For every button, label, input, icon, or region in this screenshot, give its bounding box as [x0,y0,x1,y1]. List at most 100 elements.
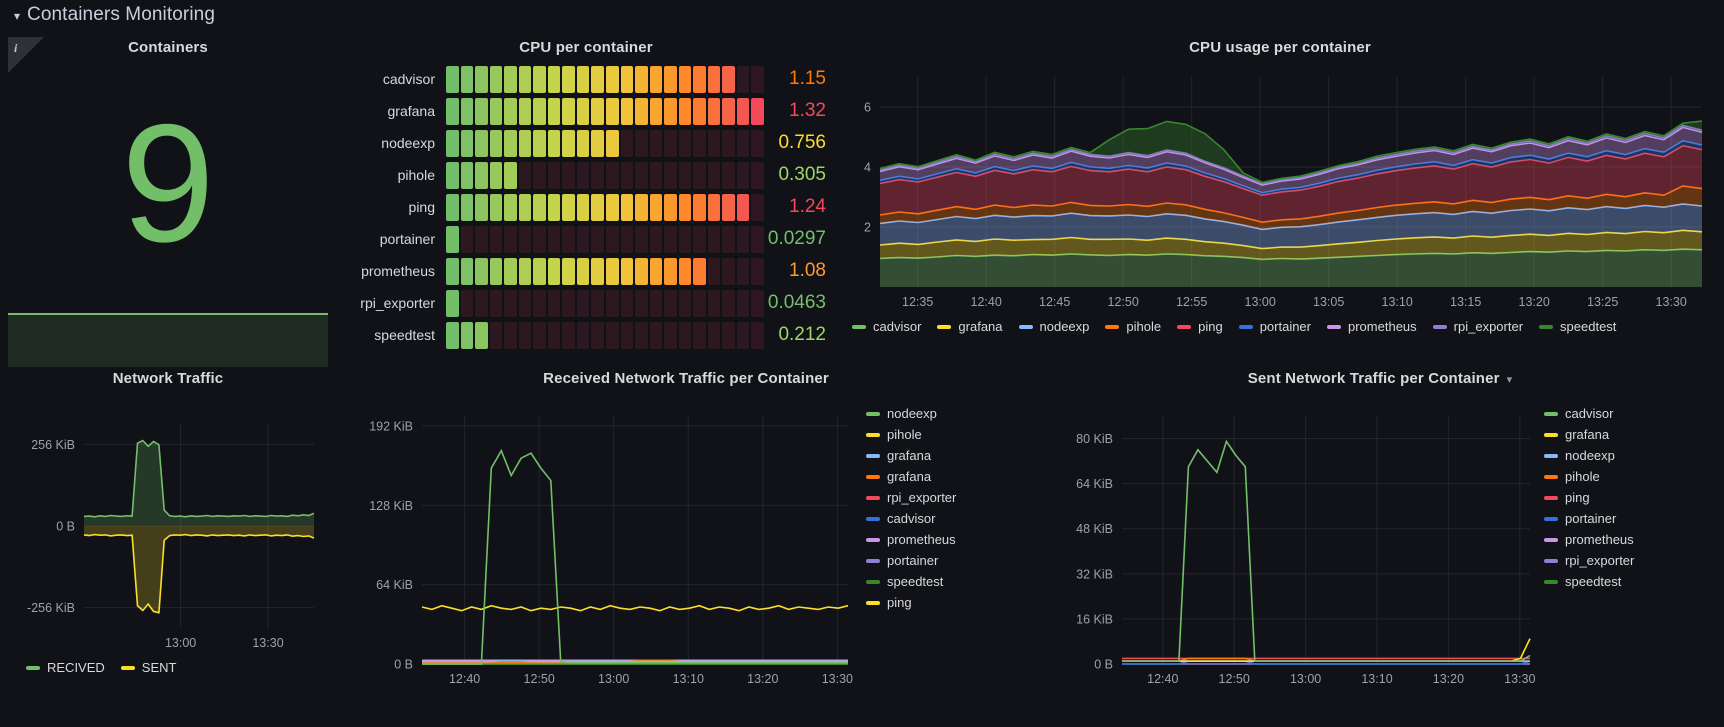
legend-color-swatch [866,537,880,542]
legend-item[interactable]: grafana [866,448,1034,463]
bar-gauge-cells [446,97,765,125]
bar-gauge-cell [664,225,677,253]
dashboard-row-header[interactable]: ▾ Containers Monitoring [14,0,215,30]
legend-label: rpi_exporter [1453,319,1524,334]
legend-item[interactable]: grafana [1544,427,1712,442]
legend-item[interactable]: rpi_exporter [1432,319,1524,334]
bar-gauge-cell [547,193,561,221]
legend-item[interactable]: cadvisor [1544,406,1712,421]
bar-gauge-cell [664,65,677,93]
legend-item[interactable]: grafana [937,319,1003,334]
received-network-chart[interactable]: 192 KiB 128 KiB 64 KiB 0 B 12:40 12:50 13:00 13… [336,394,858,694]
cpu-usage-legend[interactable]: cadvisor grafana nodeexp pihole ping portaine… [852,319,1712,334]
legend-label: grafana [958,319,1003,334]
bar-gauge-cell [693,129,706,157]
bar-gauge-cell [504,257,517,285]
legend-item[interactable]: pihole [1544,469,1712,484]
legend-item[interactable]: portainer [1238,319,1311,334]
bar-gauge-cell [504,321,517,349]
bar-gauge-cell [722,257,735,285]
network-traffic-legend[interactable]: RECIVED SENT [26,660,324,675]
bar-gauge-cell [606,321,619,349]
legend-item[interactable]: nodeexp [1018,319,1089,334]
bar-gauge-label: rpi_exporter [360,295,435,311]
bar-gauge-cell [606,161,619,189]
bar-gauge-cell [576,65,590,93]
panel-info-icon[interactable]: i [8,37,44,73]
legend-color-swatch [1544,516,1558,521]
network-traffic-chart[interactable]: 256 KiB 0 B -256 KiB 13:00 13:30 [8,394,328,654]
bar-gauge-cell [736,225,750,253]
legend-item[interactable]: portainer [1544,511,1712,526]
legend-item[interactable]: speedtest [866,574,1034,589]
x-axis-tick-label: 13:00 [1290,672,1321,686]
bar-gauge-cell [591,161,605,189]
legend-item[interactable]: RECIVED [26,660,105,675]
bar-gauge-cell [707,161,721,189]
legend-color-swatch [852,324,866,329]
legend-item[interactable]: ping [1544,490,1712,505]
bar-gauge-cell [751,257,765,285]
bar-gauge-cell [736,129,750,157]
bar-gauge-cells [446,193,765,221]
bar-gauge-row: cadvisor 1.15 [336,63,836,95]
legend-item[interactable]: prometheus [1327,319,1417,334]
legend-item[interactable]: cadvisor [866,511,1034,526]
bar-gauge-cell [736,193,750,221]
bar-gauge-cell [620,65,634,93]
bar-gauge-cell [707,193,721,221]
legend-item[interactable]: grafana [866,469,1034,484]
bar-gauge-cell [504,65,517,93]
bar-gauge-cell [606,257,619,285]
legend-color-swatch [1544,411,1558,416]
bar-gauge-cell [504,129,517,157]
chevron-down-icon[interactable]: ▾ [14,10,20,22]
legend-item[interactable]: nodeexp [1544,448,1712,463]
legend-color-swatch [1544,558,1558,563]
legend-item[interactable]: portainer [866,553,1034,568]
legend-label: cadvisor [1565,406,1614,421]
bar-gauge-cell [489,193,503,221]
legend-item[interactable]: pihole [866,427,1034,442]
bar-gauge-row: speedtest 0.212 [336,319,836,351]
bar-gauge-cell [475,65,488,93]
legend-item[interactable]: nodeexp [866,406,1034,421]
chevron-down-icon[interactable]: ▾ [1507,374,1513,386]
bar-gauge-cell [722,65,735,93]
bar-gauge-cell [693,289,706,317]
cpu-usage-chart[interactable]: 2 4 6 12:35 12:40 12:45 12:50 12:55 13:00 13:05 13… [844,63,1716,313]
received-network-legend[interactable]: nodeexp pihole grafana grafana rpi_exporterc… [866,406,1034,706]
legend-item[interactable]: ping [866,595,1034,610]
x-axis-tick-label: 13:20 [1519,295,1550,309]
legend-item[interactable]: prometheus [866,532,1034,547]
legend-item[interactable]: SENT [120,660,176,675]
bar-gauge-cell [664,97,677,125]
bar-gauge-value: 1.32 [789,100,826,121]
sent-network-legend[interactable]: cadvisor grafana nodeexp pihole ping portaine… [1544,406,1712,706]
bar-gauge-cell [591,321,605,349]
bar-gauge-cell [518,97,532,125]
legend-item[interactable]: rpi_exporter [1544,553,1712,568]
bar-gauge-cell [751,129,765,157]
legend-label: pihole [1126,319,1162,334]
legend-item[interactable]: prometheus [1544,532,1712,547]
legend-label: prometheus [1565,532,1634,547]
legend-item[interactable]: speedtest [1544,574,1712,589]
bar-gauge-cell [533,97,546,125]
bar-gauge-cell [736,65,750,93]
legend-item[interactable]: ping [1177,319,1223,334]
legend-item[interactable]: cadvisor [852,319,921,334]
legend-item[interactable]: rpi_exporter [866,490,1034,505]
legend-item[interactable]: speedtest [1539,319,1616,334]
bar-gauge-value: 0.0297 [767,228,826,249]
bar-gauge-cell [562,257,575,285]
legend-color-swatch [1238,324,1253,329]
bar-gauge-cell [489,161,503,189]
legend-item[interactable]: pihole [1105,319,1161,334]
y-axis-tick-label: 0 B [394,658,413,672]
sent-network-chart[interactable]: 80 KiB 64 KiB 48 KiB 32 KiB 16 KiB 0 B 12:40 12… [1044,394,1540,694]
bar-gauge-row: pihole 0.305 [336,159,836,191]
bar-gauge-row: grafana 1.32 [336,95,836,127]
bar-gauge-cell [678,193,692,221]
bar-gauge-cell [533,193,546,221]
